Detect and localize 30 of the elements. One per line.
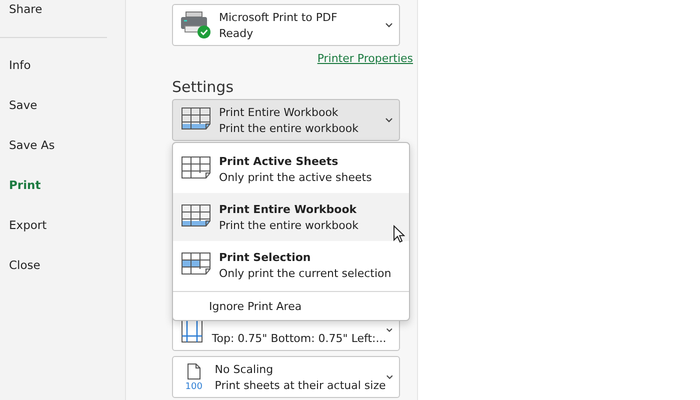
caret-icon	[385, 22, 393, 28]
caret-icon	[385, 117, 393, 123]
caret-icon	[386, 374, 393, 380]
printer-name: Microsoft Print to PDF	[219, 10, 338, 24]
sidebar-item[interactable]: Export	[0, 205, 125, 245]
caret-icon	[386, 327, 393, 333]
sidebar-item[interactable]: Print	[0, 165, 125, 205]
page-icon	[186, 362, 201, 380]
settings-heading: Settings	[172, 78, 235, 96]
printer-dropdown[interactable]: Microsoft Print to PDF Ready	[172, 4, 400, 46]
print-what-dropdown[interactable]: Print Entire Workbook Print the entire workbook	[172, 99, 400, 141]
sidebar-item[interactable]: Save	[0, 85, 125, 125]
menu-item[interactable]: Print Selection Only print the current selection	[173, 241, 409, 289]
sidebar-item[interactable]: Close	[0, 245, 125, 285]
printer-properties-link[interactable]: Printer Properties	[317, 52, 413, 65]
dropdown-subtitle: Top: 0.75" Bottom: 0.75" Left:...	[212, 332, 386, 344]
menu-item[interactable]: Print Entire Workbook Print the entire workbook	[173, 193, 409, 241]
sidebar-item[interactable]: Info	[0, 45, 125, 85]
scaling-dropdown[interactable]: 100 No Scaling Print sheets at their actual size	[172, 356, 400, 398]
dropdown-subtitle: Print the entire workbook	[219, 122, 360, 134]
printer-status: Ready	[219, 26, 254, 40]
cursor-icon	[393, 225, 405, 243]
printer-icon	[180, 11, 212, 39]
scale-percent: 100	[185, 382, 202, 392]
sidebar-item[interactable]: Share	[0, 2, 125, 22]
dropdown-subtitle: Print sheets at their actual size	[214, 378, 386, 392]
menu-item[interactable]: Print Active Sheets Only print the active sheets	[173, 145, 409, 193]
dropdown-title: No Scaling	[214, 362, 274, 376]
dropdown-title: Print Entire Workbook	[219, 106, 340, 118]
sidebar-item[interactable]: Save As	[0, 125, 125, 165]
